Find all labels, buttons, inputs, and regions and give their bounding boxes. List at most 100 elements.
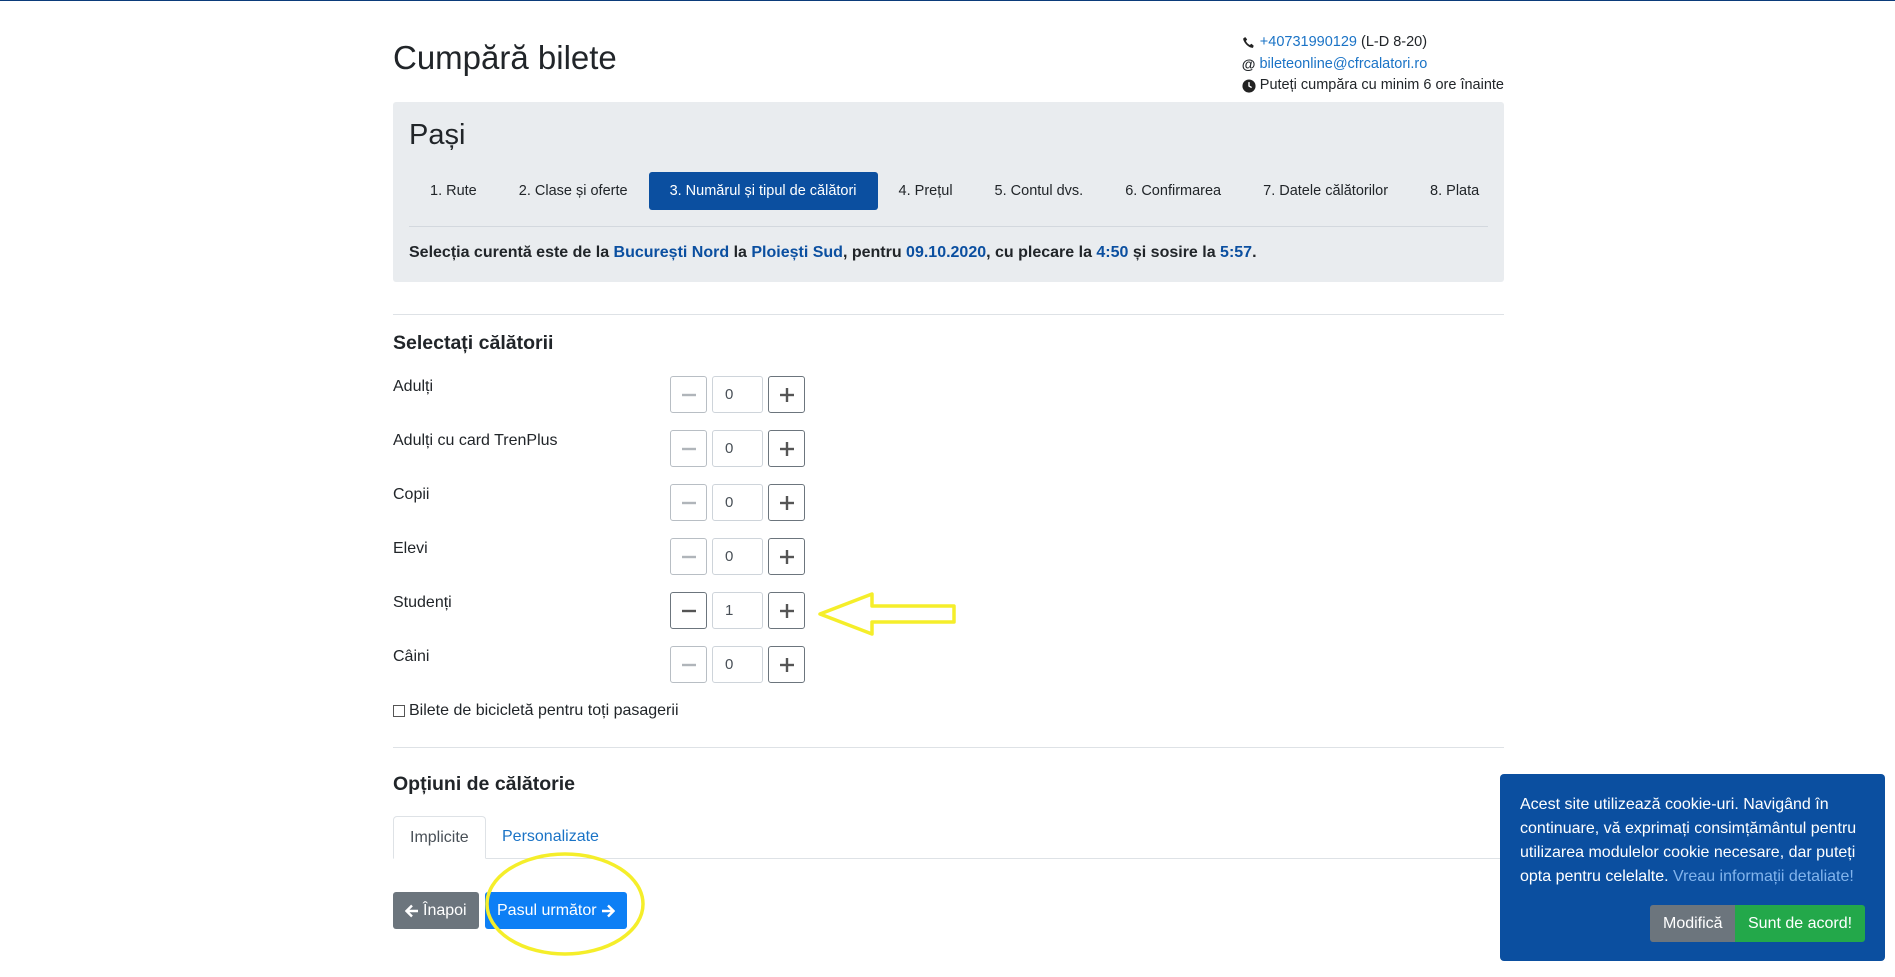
traveler-row-copii: Copii 0 xyxy=(393,484,993,526)
travelers-title: Selectați călătorii xyxy=(393,332,554,354)
quantity-input[interactable]: 0 xyxy=(712,484,763,521)
header: Cumpără bilete +40731990129 (L-D 8-20) @… xyxy=(393,1,1504,101)
traveler-label: Studenți xyxy=(393,594,452,611)
decrement-button[interactable] xyxy=(670,538,707,575)
back-button[interactable]: Înapoi xyxy=(393,892,479,929)
selection-departure-word: , cu plecare la xyxy=(986,244,1097,261)
current-selection: Selecția curentă este de la București No… xyxy=(409,244,1257,262)
back-button-label: Înapoi xyxy=(423,902,467,919)
phone-link[interactable]: +40731990129 xyxy=(1260,32,1357,54)
arrow-right-icon xyxy=(601,904,615,917)
quantity-input[interactable]: 0 xyxy=(712,646,763,683)
page-title: Cumpără bilete xyxy=(393,39,617,76)
decrement-button[interactable] xyxy=(670,430,707,467)
traveler-row-adulti: Adulți 0 xyxy=(393,376,993,418)
minus-icon xyxy=(681,663,696,666)
email-link[interactable]: bileteonline@cfrcalatori.ro xyxy=(1259,54,1427,76)
plus-icon xyxy=(779,441,794,456)
quantity-stepper: 0 xyxy=(670,538,805,575)
contact-phone-row: +40731990129 (L-D 8-20) xyxy=(1242,32,1504,54)
step-numar-tip-calatori[interactable]: 3. Numărul și tipul de călători xyxy=(648,172,878,210)
decrement-button[interactable] xyxy=(670,646,707,683)
increment-button[interactable] xyxy=(768,430,805,467)
step-rute[interactable]: 1. Rute xyxy=(409,172,498,210)
decrement-button[interactable] xyxy=(670,592,707,629)
minus-icon xyxy=(681,447,696,450)
selection-departure: 4:50 xyxy=(1096,244,1129,261)
cookie-banner: Acest site utilizează cookie-uri. Navigâ… xyxy=(1500,774,1885,961)
step-confirmarea[interactable]: 6. Confirmarea xyxy=(1104,172,1242,210)
selection-date: 09.10.2020 xyxy=(906,244,987,261)
increment-button[interactable] xyxy=(768,376,805,413)
quantity-input[interactable]: 1 xyxy=(712,592,763,629)
bike-tickets-checkbox[interactable] xyxy=(393,705,405,717)
next-step-button-label: Pasul următor xyxy=(497,902,597,919)
bike-tickets-label: Bilete de bicicletă pentru toți pasageri… xyxy=(409,702,679,719)
clock-icon xyxy=(1242,79,1256,93)
tab-personalizate[interactable]: Personalizate xyxy=(486,816,615,859)
minus-icon xyxy=(681,555,696,558)
traveler-row-adulti-trenplus: Adulți cu card TrenPlus 0 xyxy=(393,430,993,472)
increment-button[interactable] xyxy=(768,592,805,629)
step-plata[interactable]: 8. Plata xyxy=(1409,172,1500,210)
options-title: Opțiuni de călătorie xyxy=(393,773,576,795)
selection-from: București Nord xyxy=(613,244,730,261)
plus-icon xyxy=(779,549,794,564)
divider xyxy=(393,314,1504,315)
plus-icon xyxy=(779,387,794,402)
options-tabs: Implicite Personalizate xyxy=(393,816,1504,859)
minus-icon xyxy=(681,609,696,612)
steps-divider xyxy=(409,226,1488,227)
quantity-stepper: 0 xyxy=(670,430,805,467)
plus-icon xyxy=(779,657,794,672)
quantity-input[interactable]: 0 xyxy=(712,376,763,413)
selection-arrival: 5:57 xyxy=(1220,244,1253,261)
traveler-row-studenti: Studenți 1 xyxy=(393,592,993,634)
minus-icon xyxy=(681,501,696,504)
selection-arrival-word: și sosire la xyxy=(1128,244,1221,261)
phone-icon xyxy=(1242,36,1254,48)
traveler-row-elevi: Elevi 0 xyxy=(393,538,993,580)
tab-implicite[interactable]: Implicite xyxy=(393,816,486,859)
bike-tickets-option[interactable]: Bilete de bicicletă pentru toți pasageri… xyxy=(393,702,679,720)
quantity-stepper: 0 xyxy=(670,646,805,683)
contact-info: +40731990129 (L-D 8-20) @ bileteonline@c… xyxy=(1242,32,1504,97)
steps-title: Pași xyxy=(409,119,466,151)
cookie-text: Acest site utilizează cookie-uri. Navigâ… xyxy=(1520,793,1870,889)
traveler-label: Elevi xyxy=(393,540,428,557)
increment-button[interactable] xyxy=(768,484,805,521)
page-container: Cumpără bilete +40731990129 (L-D 8-20) @… xyxy=(393,1,1504,956)
decrement-button[interactable] xyxy=(670,484,707,521)
cookie-modify-button[interactable]: Modifică xyxy=(1650,905,1736,942)
at-icon: @ xyxy=(1241,55,1256,72)
next-step-button[interactable]: Pasul următor xyxy=(485,892,627,929)
divider xyxy=(393,747,1504,748)
quantity-stepper: 0 xyxy=(670,376,805,413)
selection-prefix: Selecția curentă este de la xyxy=(409,244,614,261)
quantity-input[interactable]: 0 xyxy=(712,430,763,467)
contact-email-row: @ bileteonline@cfrcalatori.ro xyxy=(1242,54,1504,76)
step-datele-calatorilor[interactable]: 7. Datele călătorilor xyxy=(1242,172,1409,210)
plus-icon xyxy=(779,495,794,510)
step-clase-oferte[interactable]: 2. Clase și oferte xyxy=(498,172,649,210)
increment-button[interactable] xyxy=(768,646,805,683)
step-pretul[interactable]: 4. Prețul xyxy=(878,172,974,210)
increment-button[interactable] xyxy=(768,538,805,575)
selection-to: Ploiești Sud xyxy=(751,244,843,261)
plus-icon xyxy=(779,603,794,618)
decrement-button[interactable] xyxy=(670,376,707,413)
step-contul[interactable]: 5. Contul dvs. xyxy=(974,172,1105,210)
quantity-input[interactable]: 0 xyxy=(712,538,763,575)
selection-date-word: , pentru xyxy=(842,244,907,261)
minus-icon xyxy=(681,393,696,396)
arrow-left-icon xyxy=(405,904,418,917)
contact-notice-row: Puteți cumpăra cu minim 6 ore înainte xyxy=(1242,75,1504,97)
traveler-row-caini: Câini 0 xyxy=(393,646,993,688)
cookie-more-link[interactable]: Vreau informații detaliate! xyxy=(1673,868,1854,885)
traveler-label: Copii xyxy=(393,486,430,503)
cookie-agree-button[interactable]: Sunt de acord! xyxy=(1735,905,1866,942)
quantity-stepper: 1 xyxy=(670,592,805,629)
steps-nav: 1. Rute 2. Clase și oferte 3. Numărul și… xyxy=(409,172,1500,210)
notice-text: Puteți cumpăra cu minim 6 ore înainte xyxy=(1259,77,1504,93)
steps-panel: Pași 1. Rute 2. Clase și oferte 3. Număr… xyxy=(393,102,1504,282)
